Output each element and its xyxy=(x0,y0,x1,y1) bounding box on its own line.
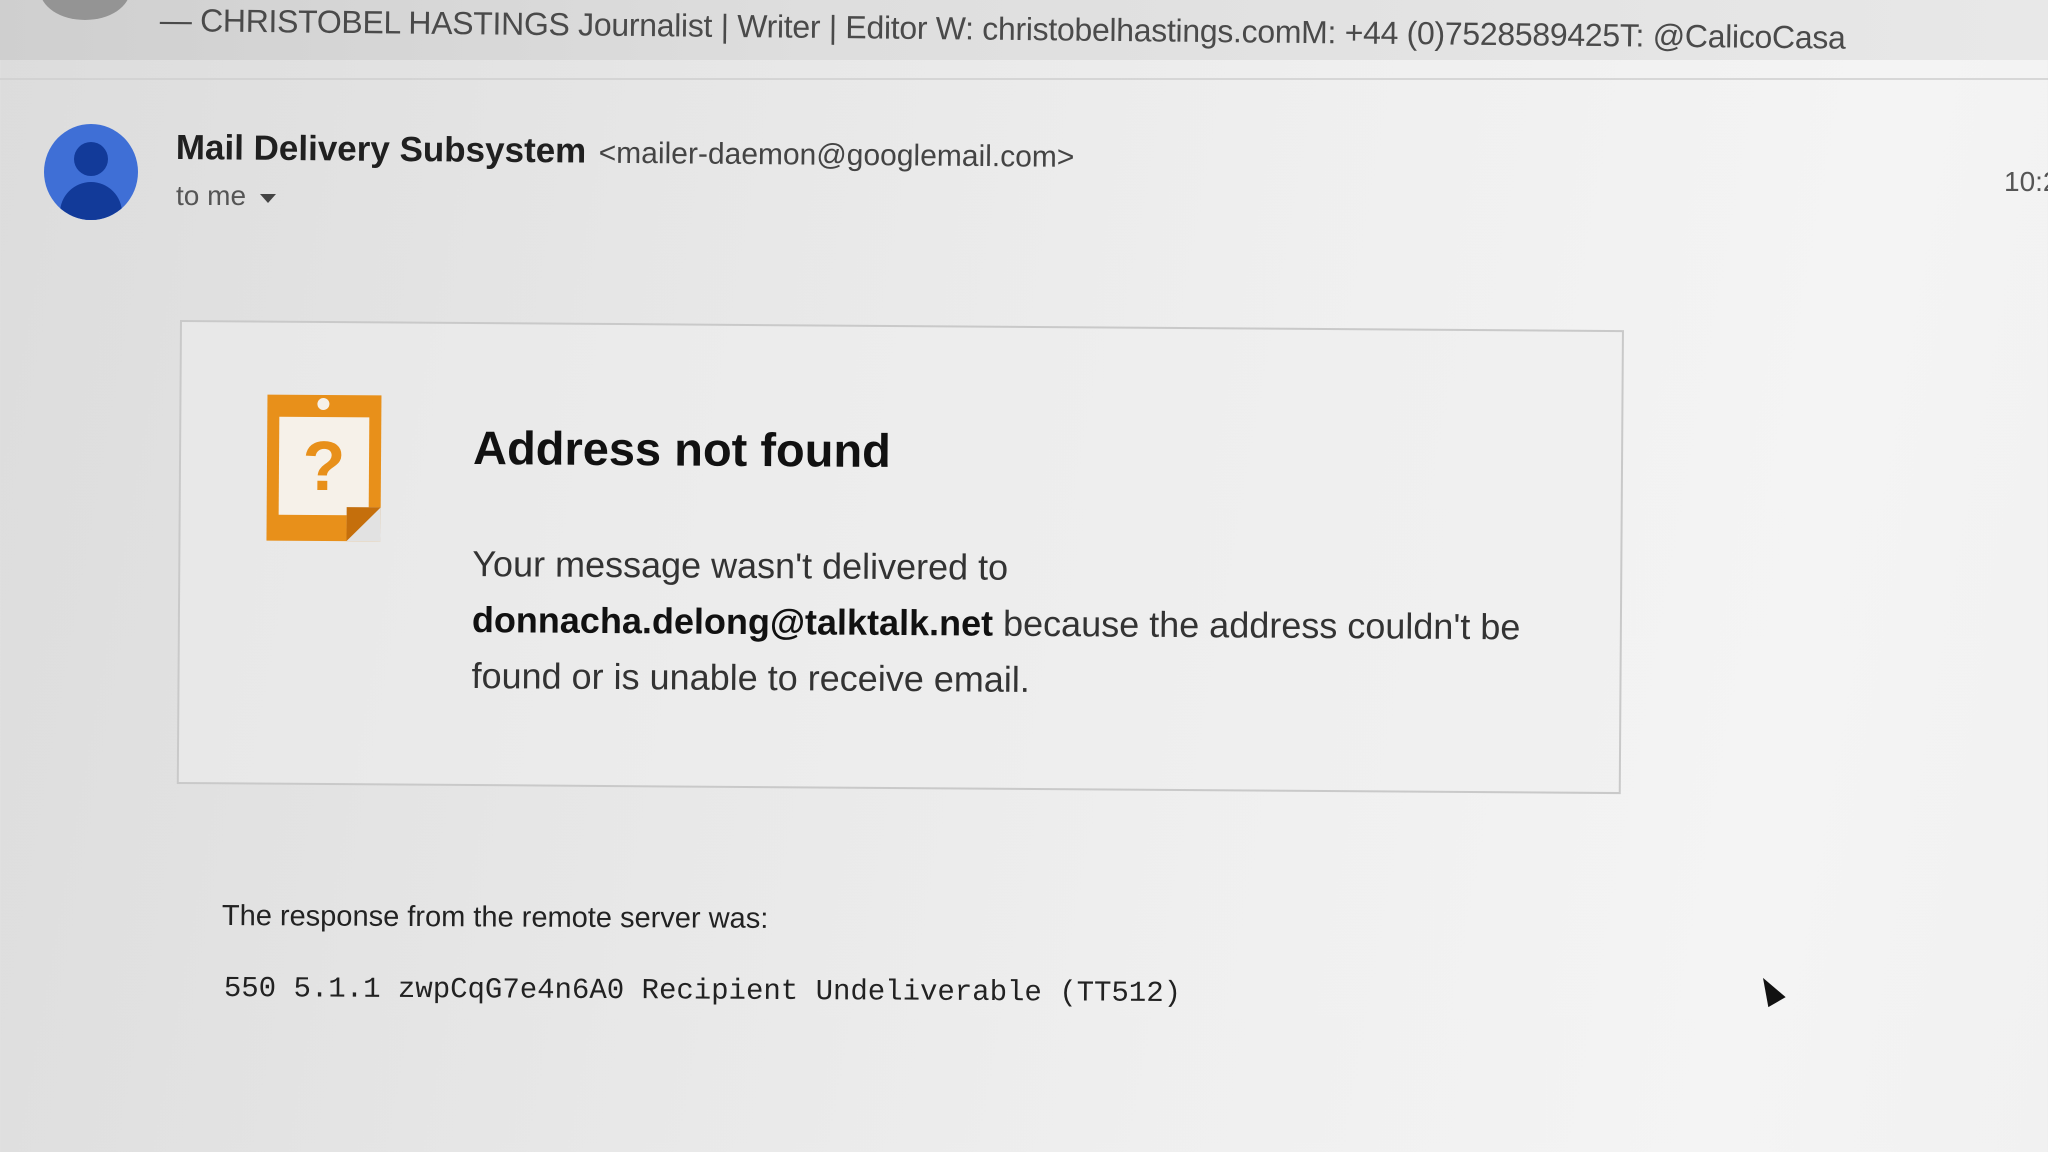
note-pin xyxy=(317,397,330,411)
sender-avatar[interactable] xyxy=(44,124,138,220)
notice-body: Your message wasn't delivered to donnach… xyxy=(471,536,1582,712)
sender-line: Mail Delivery Subsystem <mailer-daemon@g… xyxy=(176,128,1075,176)
question-mark-glyph: ? xyxy=(302,426,346,506)
message-divider xyxy=(0,78,2048,80)
signature-text: — CHRISTOBEL HASTINGS Journalist | Write… xyxy=(159,2,1846,56)
sender-email: <mailer-daemon@googlemail.com> xyxy=(598,136,1075,174)
note-fold xyxy=(346,507,381,542)
avatar-head xyxy=(74,142,108,176)
response-code: 550 5.1.1 zwpCqG7e4n6A0 Recipient Undeli… xyxy=(223,972,1182,1011)
notice-title: Address not found xyxy=(472,421,892,477)
previous-sender-avatar[interactable] xyxy=(40,0,130,20)
recipient-label: to me xyxy=(176,180,247,211)
avatar-body xyxy=(60,182,122,220)
sender-name[interactable]: Mail Delivery Subsystem xyxy=(176,128,587,171)
undelivered-address: donnacha.delong@talktalk.net xyxy=(471,599,994,644)
note-paper: ? xyxy=(278,416,370,516)
notice-body-prefix: Your message wasn't delivered to xyxy=(472,543,1009,588)
question-mark-note-icon: ? xyxy=(266,394,382,542)
chevron-down-icon[interactable] xyxy=(260,193,277,203)
mouse-cursor-icon xyxy=(1754,972,1786,1008)
message-time: 10:2 xyxy=(2004,166,2048,197)
recipient-details-toggle[interactable]: to me xyxy=(176,180,277,212)
response-label: The response from the remote server was: xyxy=(221,900,769,935)
delivery-failure-card: ? Address not found Your message wasn't … xyxy=(176,320,1624,795)
previous-message-signature: — CHRISTOBEL HASTINGS Journalist | Write… xyxy=(0,0,2048,60)
